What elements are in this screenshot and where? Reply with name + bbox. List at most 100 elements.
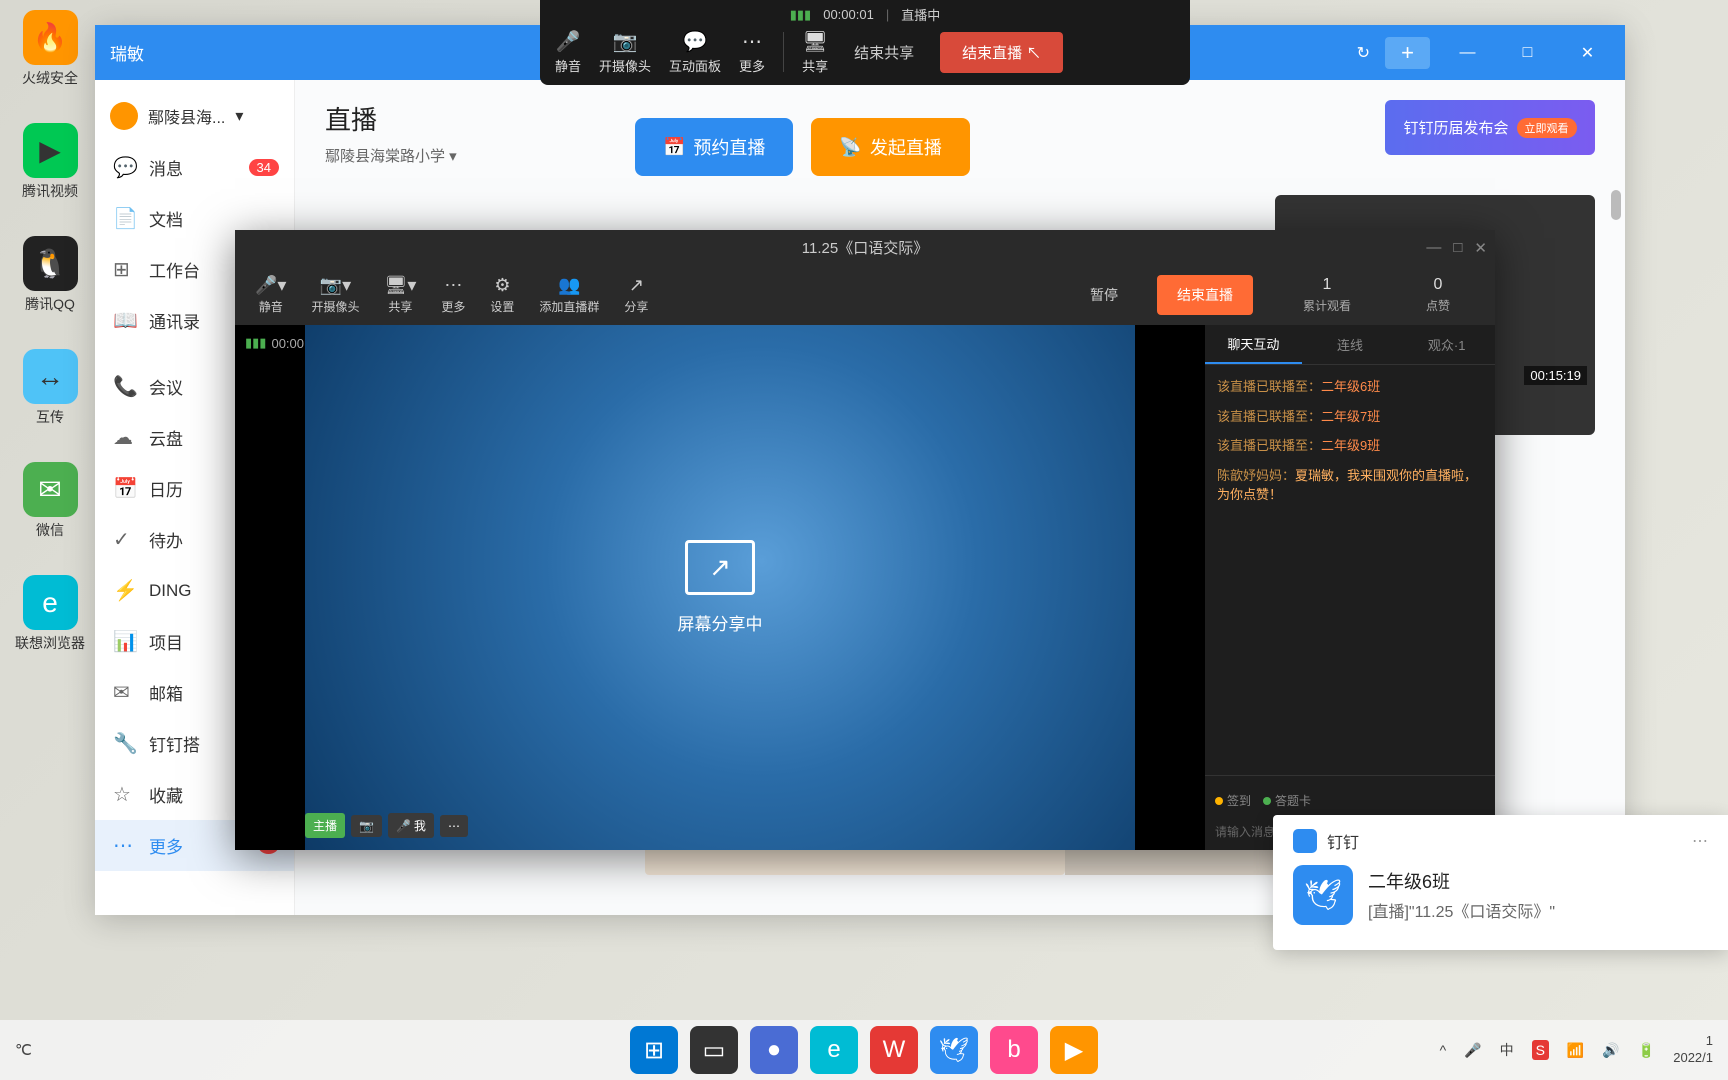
more-button[interactable]: ⋯更多 [739,29,765,75]
signin-tag[interactable]: 签到 [1215,792,1251,809]
taskbar-app[interactable]: e [810,1026,858,1074]
desktop-icon-label: 互传 [36,407,64,427]
chart-icon: 📊 [113,629,135,654]
live-toolbar: 🎤▾静音 📷▾开摄像头 🖥▾共享 ⋯更多 ⚙设置 👥添加直播群 ↗分享 暂停 结… [235,265,1495,325]
desktop-icon[interactable]: ↔互传 [10,349,90,427]
sidebar-item-label: 云盘 [149,425,183,450]
share-out-button[interactable]: ↗分享 [624,275,648,315]
interact-button[interactable]: 💬互动面板 [669,29,721,75]
taskbar-app[interactable]: W [870,1026,918,1074]
signal-icon: ▮▮▮ [790,7,811,23]
org-selector[interactable]: 鄢陵县海... ▾ [95,90,294,142]
settings-button[interactable]: ⚙设置 [490,275,514,315]
taskbar-app[interactable]: 🕊 [930,1026,978,1074]
taskbar-app[interactable]: ● [750,1026,798,1074]
end-live-button[interactable]: 结束直播 ↖ [940,32,1063,73]
chat-message: 该直播已联播至：二年级7班 [1217,407,1483,427]
mic-icon: 🎤▾ [255,275,286,296]
desktop-icon[interactable]: 🐧腾讯QQ [10,236,90,314]
taskbar: ℃ ⊞ ▭ ● e W 🕊 b ▶ ^ 🎤 中 S 📶 🔊 🔋 12022/1 [0,1020,1728,1080]
sidebar-item-messages[interactable]: 💬消息34 [95,142,294,193]
promo-tag: 立即观看 [1517,118,1577,138]
volume-icon[interactable]: 🔊 [1602,1042,1619,1059]
system-tray: ^ 🎤 中 S 📶 🔊 🔋 12022/1 [1440,1033,1713,1067]
desktop-icon-label: 火绒安全 [22,68,78,88]
chevron-down-icon: ▾ [235,106,243,126]
desktop-icon[interactable]: 🔥火绒安全 [10,10,90,88]
mail-icon: ✉ [113,680,135,705]
scrollbar[interactable] [1611,190,1621,220]
dot-icon [1263,797,1271,805]
desktop-icon-label: 腾讯视频 [22,181,78,201]
live-titlebar: 11.25《口语交际》 — □ ✕ [235,230,1495,265]
add-button[interactable]: + [1385,37,1430,69]
mic-tray-icon[interactable]: 🎤 [1464,1042,1481,1059]
mute-button[interactable]: 🎤静音 [555,29,581,75]
screen-icon: 🖥 [802,29,827,54]
close-button[interactable]: ✕ [1565,38,1610,68]
check-icon: ✓ [113,527,135,552]
sidebar-item-label: 邮箱 [149,680,183,705]
more-icon[interactable]: ⋯ [1692,831,1708,851]
camera-button[interactable]: 📷开摄像头 [599,29,651,75]
taskbar-app[interactable]: ▶ [1050,1026,1098,1074]
live-title: 11.25《口语交际》 [802,237,928,258]
sidebar-item-label: 日历 [149,476,183,501]
toast-app-name: 钉钉 [1327,829,1359,853]
wifi-icon[interactable]: 📶 [1567,1042,1584,1059]
mute-button[interactable]: 🎤▾静音 [255,275,286,315]
video-area: ▮▮▮00:00:01 ↗ 屏幕分享中 主播 📷 🎤 我 ⋯ [235,325,1205,850]
more-button[interactable]: ⋯更多 [441,275,465,315]
tray-expand-icon[interactable]: ^ [1440,1042,1447,1058]
more-badge[interactable]: ⋯ [440,815,468,837]
mic-badge: 🎤 我 [388,813,434,838]
answer-tag[interactable]: 答题卡 [1263,792,1311,809]
desktop-icon[interactable]: e联想浏览器 [10,575,90,653]
tab-audience[interactable]: 观众·1 [1398,325,1495,364]
battery-icon[interactable]: 🔋 [1638,1042,1655,1059]
dot-icon [1215,797,1223,805]
maximize-button[interactable]: □ [1505,38,1550,68]
pause-button[interactable]: 暂停 [1076,277,1132,313]
chat-tabs: 聊天互动 连线 观众·1 [1205,325,1495,365]
more-icon: ⋯ [113,833,135,858]
share-button[interactable]: 🖥▾共享 [384,275,416,315]
promo-banner[interactable]: 钉钉历届发布会立即观看 [1385,100,1595,155]
sidebar-item-label: 项目 [149,629,183,654]
schedule-live-button[interactable]: 📅预约直播 [635,118,793,176]
chat-icon: 💬 [683,29,708,54]
desktop-icon-label: 联想浏览器 [15,633,85,653]
phone-icon: 📞 [113,374,135,399]
minimize-button[interactable]: — [1426,239,1441,257]
weather-widget[interactable]: ℃ [15,1041,32,1059]
end-share-button[interactable]: 结束共享 [846,32,922,73]
camera-button[interactable]: 📷▾开摄像头 [311,275,359,315]
chat-input[interactable]: 请输入消息 [1215,823,1275,840]
host-badge: 主播 [305,813,345,838]
share-button[interactable]: 🖥共享 [802,29,828,75]
sidebar-item-label: DING [149,581,192,601]
taskview-button[interactable]: ▭ [690,1026,738,1074]
live-stream-window: 11.25《口语交际》 — □ ✕ 🎤▾静音 📷▾开摄像头 🖥▾共享 ⋯更多 ⚙… [235,230,1495,850]
start-button[interactable]: ⊞ [630,1026,678,1074]
clock[interactable]: 12022/1 [1673,1033,1713,1067]
ime-icon[interactable]: 中 [1500,1040,1514,1060]
history-icon[interactable]: ↻ [1357,43,1370,63]
desktop-icon[interactable]: ✉微信 [10,462,90,540]
wrench-icon: 🔧 [113,731,135,756]
taskbar-app[interactable]: b [990,1026,1038,1074]
ime-app-icon[interactable]: S [1532,1040,1549,1060]
desktop-icon-label: 微信 [36,520,64,540]
view-stat: 1累计观看 [1278,276,1376,314]
minimize-button[interactable]: — [1445,38,1490,68]
notification-toast[interactable]: 钉钉 ⋯ 🕊 二年级6班 [直播]"11.25《口语交际》" [1273,815,1728,950]
maximize-button[interactable]: □ [1453,239,1462,257]
tab-online[interactable]: 连线 [1302,325,1399,364]
add-group-button[interactable]: 👥添加直播群 [539,275,599,315]
close-button[interactable]: ✕ [1474,239,1487,257]
tab-chat[interactable]: 聊天互动 [1205,325,1302,364]
sidebar-item-label: 工作台 [149,257,200,282]
desktop-icon[interactable]: ▶腾讯视频 [10,123,90,201]
start-live-button[interactable]: 📡发起直播 [811,118,969,176]
end-live-button[interactable]: 结束直播 [1157,275,1253,315]
